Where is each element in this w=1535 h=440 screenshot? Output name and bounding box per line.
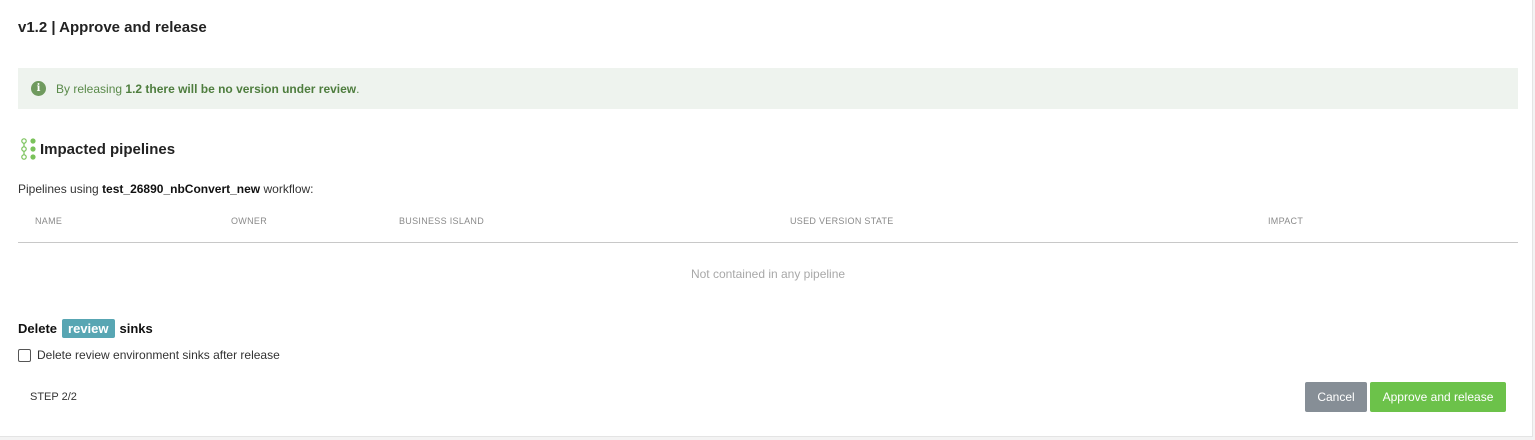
cancel-button[interactable]: Cancel bbox=[1305, 382, 1367, 412]
approve-and-release-button[interactable]: Approve and release bbox=[1370, 382, 1506, 412]
notice-prefix: By releasing bbox=[56, 81, 123, 96]
column-header-owner[interactable]: OWNER bbox=[231, 216, 267, 226]
delete-sinks-checkbox-label[interactable]: Delete review environment sinks after re… bbox=[37, 348, 280, 362]
empty-table-message: Not contained in any pipeline bbox=[690, 267, 846, 281]
pipelines-prefix: Pipelines using bbox=[18, 182, 99, 196]
review-tag: review bbox=[62, 319, 115, 338]
delete-prefix: Delete bbox=[18, 321, 58, 336]
pipelines-table-header: NAME OWNER BUSINESS ISLAND USED VERSION … bbox=[18, 210, 1518, 243]
dialog-title: v1.2 | Approve and release bbox=[18, 19, 207, 36]
notice-suffix: . bbox=[356, 81, 360, 96]
notice-text: By releasing 1.2 there will be no versio… bbox=[56, 82, 359, 96]
info-icon: i bbox=[31, 81, 46, 96]
column-header-impact[interactable]: IMPACT bbox=[1268, 216, 1303, 226]
delete-suffix: sinks bbox=[119, 321, 153, 336]
impacted-pipelines-title: Impacted pipelines bbox=[40, 140, 176, 158]
workflow-name: test_26890_nbConvert_new bbox=[102, 182, 261, 196]
column-header-business-island[interactable]: BUSINESS ISLAND bbox=[399, 216, 484, 226]
delete-sinks-checkbox[interactable] bbox=[18, 348, 31, 362]
info-notice: i By releasing 1.2 there will be no vers… bbox=[18, 68, 1518, 109]
column-header-name[interactable]: NAME bbox=[35, 216, 62, 226]
pipelines-using-text: Pipelines using test_26890_nbConvert_new… bbox=[18, 182, 314, 196]
pipeline-icon bbox=[21, 138, 36, 160]
column-header-used-version-state[interactable]: USED VERSION STATE bbox=[790, 216, 894, 226]
approve-release-dialog: v1.2 | Approve and release i By releasin… bbox=[0, 0, 1533, 437]
pipelines-suffix: workflow: bbox=[263, 182, 314, 196]
notice-bold: 1.2 there will be no version under revie… bbox=[125, 81, 357, 96]
delete-sinks-option[interactable]: Delete review environment sinks after re… bbox=[18, 348, 280, 362]
impacted-pipelines-header: Impacted pipelines bbox=[20, 137, 175, 161]
step-indicator: STEP 2/2 bbox=[30, 391, 77, 403]
delete-sinks-header: Delete review sinks bbox=[18, 319, 153, 338]
